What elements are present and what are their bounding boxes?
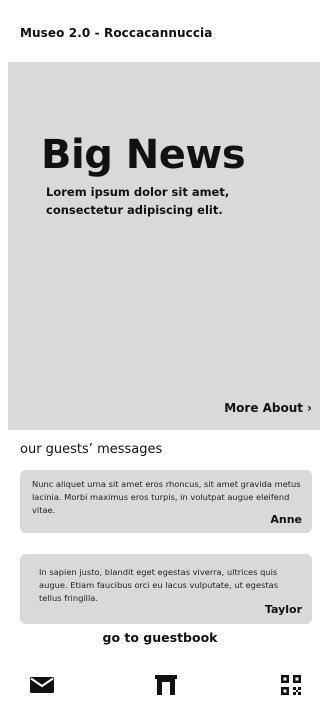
more-about-link[interactable]: More About ›: [224, 401, 312, 415]
museum-icon: [155, 675, 177, 695]
qr-code-icon: [281, 675, 301, 695]
app-header: Museo 2.0 - Roccacannuccia: [0, 0, 320, 62]
guest-message-author: Taylor: [264, 603, 302, 616]
guest-message-card[interactable]: In sapien justo, blandit eget egestas vi…: [20, 554, 312, 624]
guests-section-title: our guests’ messages: [20, 442, 163, 457]
more-about-label: More About: [224, 401, 304, 415]
guest-message-author: Anne: [270, 513, 302, 526]
nav-museum-button[interactable]: [151, 670, 181, 700]
guest-message-card[interactable]: Nunc aliquet urna sit amet eros rhoncus,…: [20, 470, 312, 533]
bottom-nav: [0, 662, 320, 710]
hero-title: Big News: [41, 132, 246, 178]
nav-mail-button[interactable]: [27, 670, 57, 700]
hero-subtitle: Lorem ipsum dolor sit amet, consectetur …: [46, 185, 230, 217]
nav-qr-button[interactable]: [276, 670, 306, 700]
guest-message-text: In sapien justo, blandit eget egestas vi…: [39, 567, 279, 603]
chevron-right-icon: ›: [307, 401, 312, 415]
guestbook-link[interactable]: go to guestbook: [0, 630, 320, 645]
guest-message-text: Nunc aliquet urna sit amet eros rhoncus,…: [32, 479, 301, 515]
hero-banner[interactable]: Big News Lorem ipsum dolor sit amet, con…: [8, 62, 320, 430]
app-title: Museo 2.0 - Roccacannuccia: [20, 26, 213, 40]
mail-icon: [30, 677, 54, 693]
